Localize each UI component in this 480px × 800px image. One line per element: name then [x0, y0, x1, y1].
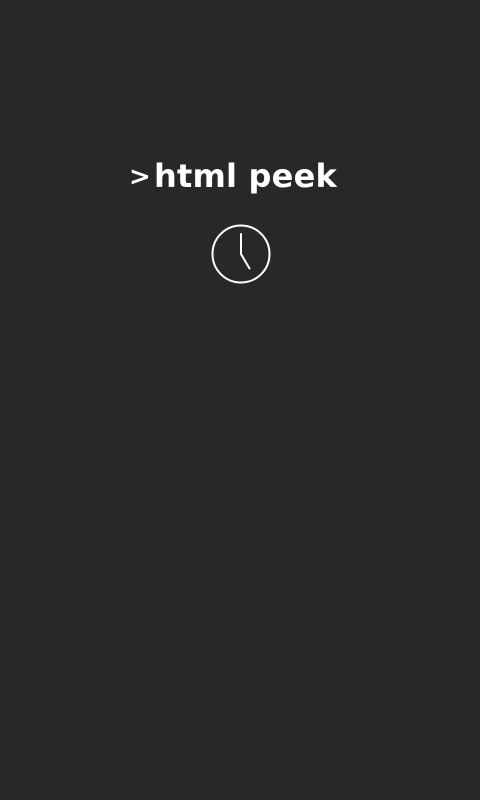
- clock-icon: [211, 224, 271, 284]
- app-name: html peek: [154, 157, 337, 195]
- splash-screen: >html peek: [0, 0, 480, 800]
- app-title: >html peek: [0, 157, 466, 198]
- prompt-symbol: >: [129, 162, 152, 192]
